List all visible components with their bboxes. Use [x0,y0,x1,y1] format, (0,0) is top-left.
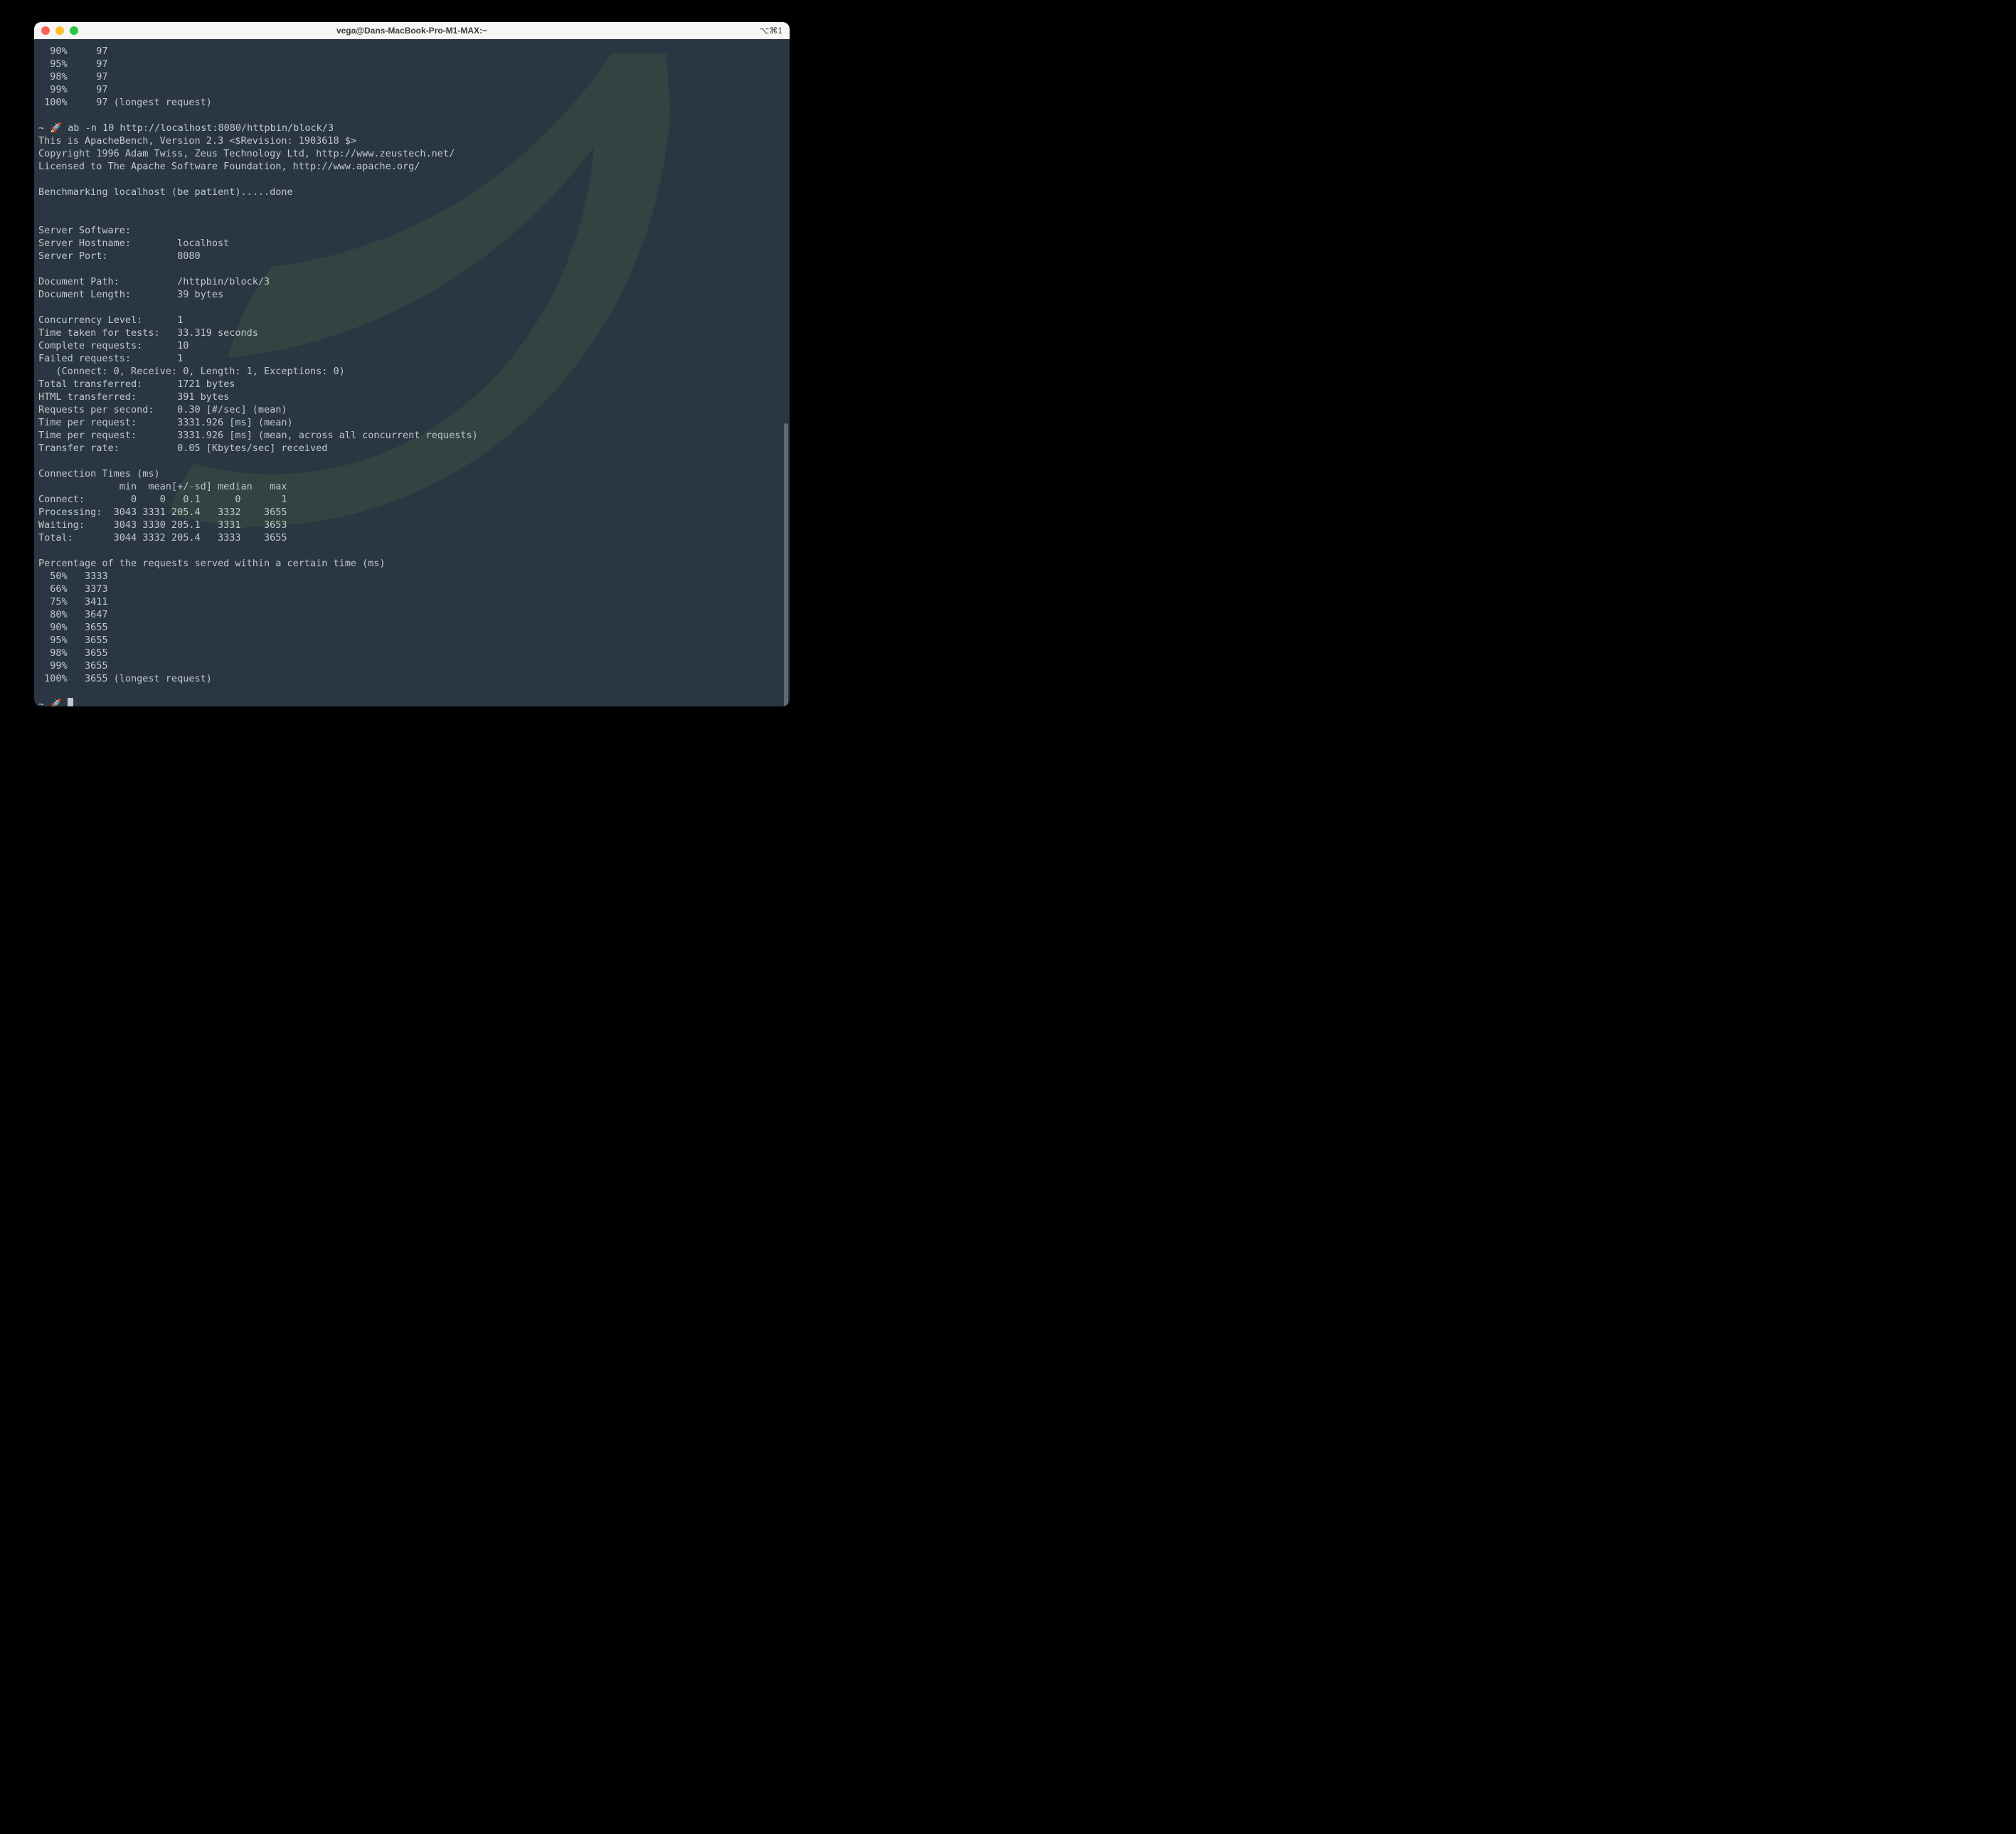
window-title: vega@Dans-MacBook-Pro-M1-MAX:~ [34,26,790,36]
window-shortcut: ⌥⌘1 [759,26,782,36]
scrollbar[interactable] [784,423,788,706]
maximize-icon[interactable] [70,26,78,35]
traffic-lights [41,26,78,35]
cursor [68,698,73,706]
terminal-output[interactable]: 90% 97 95% 97 98% 97 99% 97 100% 97 (lon… [34,39,790,706]
minimize-icon[interactable] [55,26,64,35]
terminal-body[interactable]: 90% 97 95% 97 98% 97 99% 97 100% 97 (lon… [34,39,790,706]
window-titlebar[interactable]: vega@Dans-MacBook-Pro-M1-MAX:~ ⌥⌘1 [34,22,790,39]
close-icon[interactable] [41,26,50,35]
terminal-window: vega@Dans-MacBook-Pro-M1-MAX:~ ⌥⌘1 90% 9… [34,22,790,706]
